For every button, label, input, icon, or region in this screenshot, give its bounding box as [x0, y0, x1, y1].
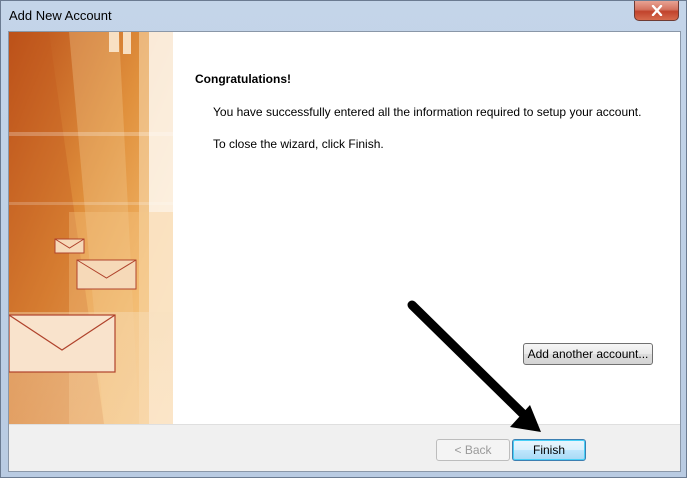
close-icon — [651, 5, 662, 16]
close-instruction-text: To close the wizard, click Finish. — [213, 137, 384, 151]
congratulations-heading: Congratulations! — [195, 72, 291, 86]
wizard-body: Congratulations! You have successfully e… — [8, 31, 681, 472]
close-button[interactable] — [634, 1, 679, 21]
back-button[interactable]: < Back — [436, 439, 510, 461]
footer-divider — [9, 424, 680, 425]
window-title: Add New Account — [9, 8, 112, 23]
decorative-sidebar-image — [9, 32, 174, 424]
envelope-icon — [9, 314, 116, 373]
add-another-account-button[interactable]: Add another account... — [523, 343, 653, 365]
wizard-window: Add New Account Congratulations! You hav… — [0, 0, 687, 478]
finish-button[interactable]: Finish — [512, 439, 586, 461]
success-message: You have successfully entered all the in… — [213, 105, 642, 119]
wizard-content-pane: Congratulations! You have successfully e… — [9, 32, 680, 424]
envelope-icon — [54, 238, 85, 254]
title-bar[interactable]: Add New Account — [1, 1, 686, 31]
envelope-icon — [76, 259, 137, 290]
